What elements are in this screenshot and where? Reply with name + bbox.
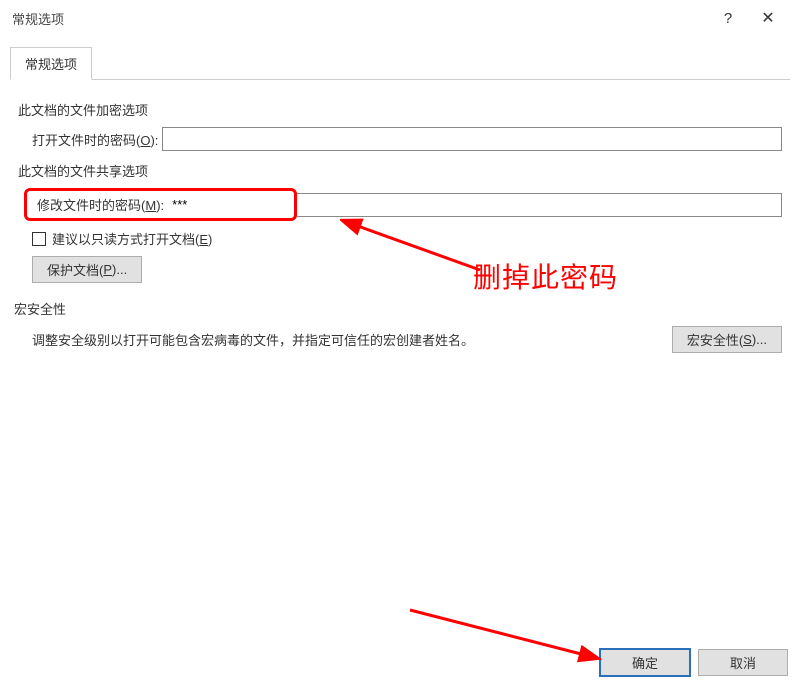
modify-password-input[interactable] bbox=[168, 195, 288, 214]
section-share-label: 此文档的文件共享选项 bbox=[18, 161, 782, 180]
tab-general[interactable]: 常规选项 bbox=[10, 47, 92, 80]
macro-row: 调整安全级别以打开可能包含宏病毒的文件，并指定可信任的宏创建者姓名。 宏安全性(… bbox=[18, 326, 782, 353]
section-macro-label: 宏安全性 bbox=[14, 299, 782, 318]
readonly-checkbox[interactable] bbox=[32, 232, 46, 246]
protect-document-button[interactable]: 保护文档(P)... bbox=[32, 256, 142, 283]
modify-password-input-extension[interactable] bbox=[297, 193, 782, 217]
macro-security-button[interactable]: 宏安全性(S)... bbox=[672, 326, 782, 353]
dialog-footer: 确定 取消 bbox=[600, 649, 788, 676]
options-panel: 此文档的文件加密选项 打开文件时的密码(O): 此文档的文件共享选项 修改文件时… bbox=[0, 80, 800, 363]
titlebar: 常规选项 ? ✕ bbox=[0, 0, 800, 36]
readonly-row[interactable]: 建议以只读方式打开文档(E) bbox=[32, 229, 782, 248]
arrow-to-ok bbox=[400, 600, 610, 670]
window-title: 常规选项 bbox=[12, 9, 708, 28]
readonly-label: 建议以只读方式打开文档(E) bbox=[52, 229, 212, 248]
ok-button[interactable]: 确定 bbox=[600, 649, 690, 676]
section-encrypt-label: 此文档的文件加密选项 bbox=[18, 100, 782, 119]
modify-password-highlight: 修改文件时的密码(M): bbox=[24, 188, 297, 221]
open-password-input[interactable] bbox=[162, 127, 782, 151]
modify-password-label: 修改文件时的密码(M): bbox=[37, 195, 164, 214]
open-password-row: 打开文件时的密码(O): bbox=[18, 127, 782, 151]
help-button[interactable]: ? bbox=[708, 2, 748, 34]
cancel-button[interactable]: 取消 bbox=[698, 649, 788, 676]
modify-password-row: 修改文件时的密码(M): bbox=[18, 188, 782, 221]
open-password-label: 打开文件时的密码(O): bbox=[32, 130, 158, 149]
tab-strip: 常规选项 bbox=[10, 46, 790, 80]
macro-description: 调整安全级别以打开可能包含宏病毒的文件，并指定可信任的宏创建者姓名。 bbox=[32, 330, 660, 349]
close-button[interactable]: ✕ bbox=[748, 2, 788, 34]
